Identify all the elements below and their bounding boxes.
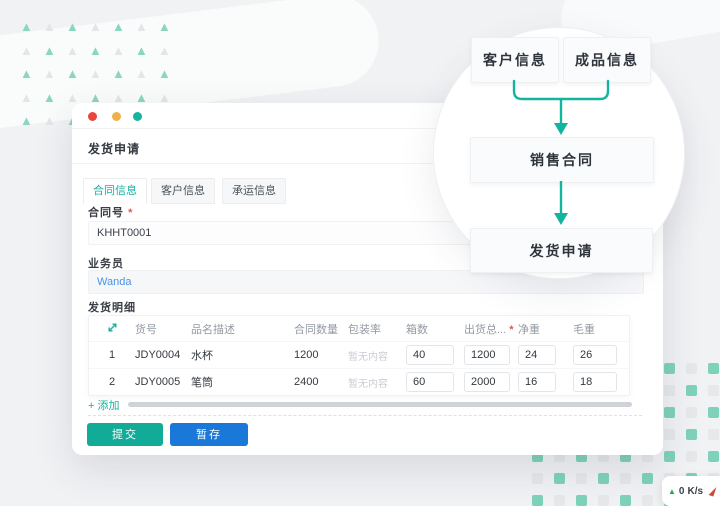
row-index: 1 [108, 349, 116, 361]
col-header-net-weight: 净重 [518, 323, 540, 336]
decor-square [708, 407, 719, 418]
decor-square [686, 363, 697, 374]
ship-total-input[interactable] [464, 372, 510, 392]
col-header-gross-weight: 毛重 [573, 323, 595, 336]
detail-section-title: 发货明细 [88, 302, 136, 314]
decor-square [642, 495, 653, 506]
decor-square [642, 473, 653, 484]
decor-square [576, 495, 587, 506]
required-asterisk: * [128, 207, 134, 219]
decor-square [664, 451, 675, 462]
diagram-node-product-info: 成品信息 [563, 37, 651, 83]
cell-desc: 水杯 [191, 350, 213, 362]
tab-carrier-info[interactable]: 承运信息 [222, 178, 286, 204]
decor-square [686, 407, 697, 418]
salesman-label: 业务员 [88, 258, 124, 270]
col-header-item-no: 货号 [135, 323, 157, 336]
decor-square [708, 451, 719, 462]
col-header-packing-rate: 包装率 [348, 323, 381, 336]
expand-icon[interactable] [89, 321, 135, 337]
window-minimize-button[interactable] [112, 112, 121, 121]
decor-square [598, 495, 609, 506]
diagram-node-customer-info: 客户信息 [471, 37, 559, 83]
boxes-input[interactable] [406, 345, 454, 365]
cell-item-no: JDY0004 [135, 349, 181, 361]
gross-weight-input[interactable] [573, 372, 617, 392]
decor-square [686, 451, 697, 462]
decor-square [664, 363, 675, 374]
horizontal-scrollbar[interactable] [128, 402, 632, 407]
col-header-boxes: 箱数 [406, 323, 428, 336]
tab-customer-info[interactable]: 客户信息 [151, 178, 215, 204]
cell-contract-qty: 1200 [294, 349, 319, 361]
save-draft-button[interactable]: 暂存 [170, 423, 248, 446]
cell-desc: 笔筒 [191, 377, 213, 389]
gross-weight-input[interactable] [573, 345, 617, 365]
decor-square [708, 363, 719, 374]
add-row-button[interactable]: + 添加 [88, 397, 119, 413]
window-close-button[interactable] [88, 112, 97, 121]
submit-button[interactable]: 提交 [87, 423, 163, 446]
decor-square [664, 407, 675, 418]
ship-total-input[interactable] [464, 345, 510, 365]
decor-square [620, 473, 631, 484]
cursor-flame-icon [708, 485, 717, 497]
decor-square [708, 385, 719, 396]
decor-square [686, 429, 697, 440]
required-asterisk: * [509, 323, 514, 336]
col-header-ship-total: 出货总... * [464, 321, 518, 337]
decor-square [576, 473, 587, 484]
page-title: 发货申请 [88, 142, 141, 156]
decor-square [598, 473, 609, 484]
table-header-row: 货号 品名描述 合同数量 包装率 箱数 出货总... * 净重 毛重 [89, 316, 629, 342]
col-header-ship-total-text: 出货总... [464, 323, 507, 336]
detail-table: 货号 品名描述 合同数量 包装率 箱数 出货总... * 净重 毛重 1 JDY… [88, 315, 630, 396]
decor-square [554, 495, 565, 506]
diagram-node-sales-contract: 销售合同 [470, 137, 654, 183]
col-header-desc: 品名描述 [191, 323, 235, 336]
decor-square [686, 385, 697, 396]
window-zoom-button[interactable] [133, 112, 142, 121]
decor-square [532, 473, 543, 484]
decor-square [708, 429, 719, 440]
decor-square [664, 429, 675, 440]
network-speed-indicator: ▲ 0 K/s [662, 476, 720, 506]
table-row: 2 JDY0005 笔筒 2400 暂无内容 [89, 368, 629, 395]
cell-packing-rate-placeholder: 暂无内容 [348, 378, 388, 390]
tab-contract-info[interactable]: 合同信息 [83, 178, 147, 204]
network-speed-value: 0 [678, 485, 685, 497]
dashed-divider [88, 415, 642, 416]
boxes-input[interactable] [406, 372, 454, 392]
net-weight-input[interactable] [518, 372, 556, 392]
decor-square [532, 495, 543, 506]
decor-square [620, 495, 631, 506]
cell-item-no: JDY0005 [135, 376, 181, 388]
diagram-node-shipment-request: 发货申请 [470, 228, 653, 273]
decor-square [554, 473, 565, 484]
col-header-contract-qty: 合同数量 [294, 323, 338, 336]
row-index: 2 [108, 376, 116, 388]
network-speed-unit: K/s [687, 485, 704, 497]
cell-packing-rate-placeholder: 暂无内容 [348, 351, 388, 363]
contract-no-label-text: 合同号 [88, 207, 124, 219]
contract-no-label: 合同号 * [88, 204, 133, 220]
net-weight-input[interactable] [518, 345, 556, 365]
cell-contract-qty: 2400 [294, 376, 319, 388]
decor-square [664, 385, 675, 396]
upload-arrow-icon: ▲ [668, 486, 676, 496]
table-row: 1 JDY0004 水杯 1200 暂无内容 [89, 342, 629, 368]
